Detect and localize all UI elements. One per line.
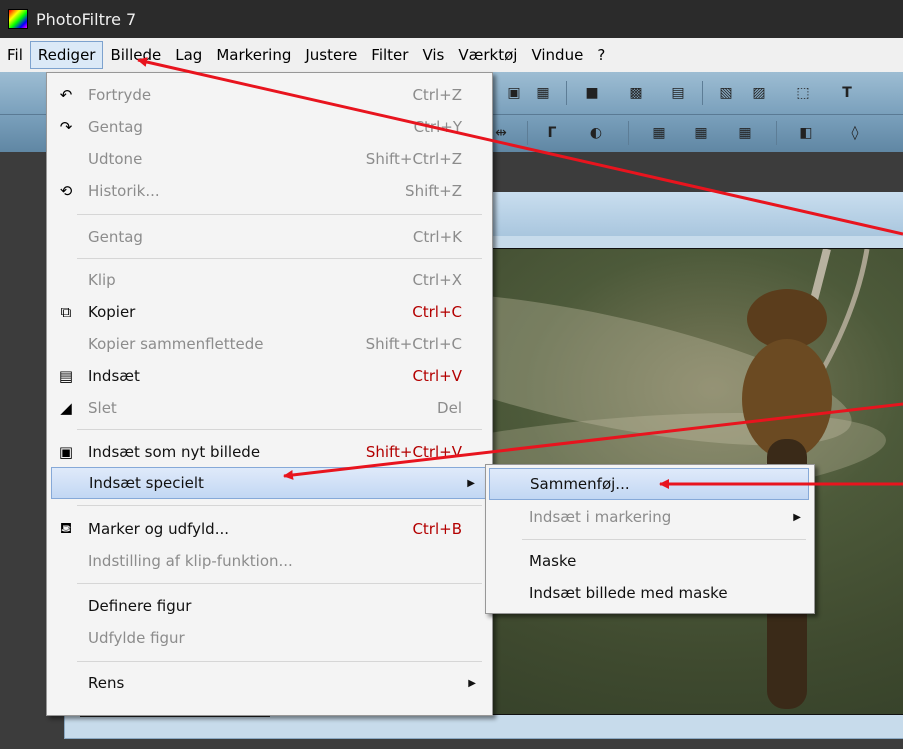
submenu-item-paste-into-selection[interactable]: Indsæt i markering ▶ [489,501,809,533]
mask-icon[interactable]: ▨ [750,84,768,102]
channel-icon[interactable]: ◧ [797,124,815,142]
menu-billede[interactable]: Billede [103,42,168,68]
text-tool-icon[interactable]: T [838,84,856,102]
submenu-arrow-icon: ▶ [793,511,801,523]
menu-separator [522,539,806,540]
edit-menu-dropdown: ↶ Fortryde Ctrl+Z ↷ Gentag Ctrl+Y Udtone… [46,72,493,716]
submenu-arrow-icon: ▶ [467,477,475,489]
fill-bucket-icon: ⛾ [59,519,73,537]
menu-item-paste-as-new-image[interactable]: ▣ Indsæt som nyt billede Shift+Ctrl+V [51,436,488,468]
submenu-item-mask[interactable]: Maske [489,545,809,577]
drop-icon[interactable]: ◊ [846,124,864,142]
submenu-arrow-icon: ▶ [468,677,476,689]
menu-markering[interactable]: Markering [209,42,298,68]
menu-item-clip-settings[interactable]: Indstilling af klip-funktion... [51,545,488,577]
menu-item-cut[interactable]: Klip Ctrl+X [51,264,488,296]
menu-item-redo[interactable]: ↷ Gentag Ctrl+Y [51,111,488,143]
menu-separator [77,429,482,430]
menu-vaerktoej[interactable]: Værktøj [451,42,524,68]
photofiltre-app-icon [8,9,28,29]
toolbar-separator [702,81,703,105]
window-title: PhotoFiltre 7 [36,9,137,29]
menu-item-copy[interactable]: ⧉ Kopier Ctrl+C [51,296,488,328]
paste-icon: ▤ [58,367,74,385]
menu-item-fade[interactable]: Udtone Shift+Ctrl+Z [51,143,488,175]
grid-dark-icon[interactable]: ▦ [650,124,668,142]
gradient-icon[interactable]: ■ [583,84,601,102]
menu-justere[interactable]: Justere [298,42,364,68]
undo-icon: ↶ [59,86,73,104]
toolbar-separator [527,121,528,145]
menu-lag[interactable]: Lag [168,42,209,68]
color-palette-icon[interactable]: ▩ [627,84,645,102]
menu-item-mark-and-fill[interactable]: ⛾ Marker og udfyld... Ctrl+B [51,513,488,545]
menu-fil[interactable]: Fil [0,42,30,68]
eraser-icon: ◢ [60,399,72,417]
menu-separator [77,214,482,215]
menu-help[interactable]: ? [590,42,612,68]
menu-filter[interactable]: Filter [364,42,415,68]
toolbar-separator [776,121,777,145]
paste-new-image-icon: ▣ [58,443,74,461]
menu-separator [77,505,482,506]
menu-separator [77,583,482,584]
gamma-auto-icon[interactable]: Γ [543,124,561,142]
selection-icon[interactable]: ⬚ [794,84,812,102]
submenu-item-paste-image-with-mask[interactable]: Indsæt billede med maske [489,577,809,609]
menu-item-repeat[interactable]: Gentag Ctrl+K [51,221,488,253]
transform-icon[interactable]: ▧ [717,84,735,102]
filter-icon[interactable]: ▤ [669,84,687,102]
contrast-auto-icon[interactable]: ◐ [587,124,605,142]
menu-item-define-shape[interactable]: Definere figur [51,590,488,622]
menu-item-purge[interactable]: Rens ▶ [51,667,488,699]
menu-item-fill-shape[interactable]: Udfylde figur [51,622,488,654]
menu-item-delete[interactable]: ◢ Slet Del [51,392,488,424]
grid-red-icon[interactable]: ▦ [692,124,710,142]
menu-item-history[interactable]: ⟲ Historik... Shift+Z [51,175,488,207]
grid-yellow-icon[interactable]: ▦ [736,124,754,142]
menu-item-copy-merged[interactable]: Kopier sammenflettede Shift+Ctrl+C [51,328,488,360]
paste-special-submenu: Sammenføj... Indsæt i markering ▶ Maske … [485,464,815,614]
menu-separator [77,258,482,259]
history-icon: ⟲ [59,182,73,200]
title-bar: PhotoFiltre 7 [0,0,903,38]
menu-item-undo[interactable]: ↶ Fortryde Ctrl+Z [51,79,488,111]
redo-icon: ↷ [59,118,73,136]
menu-separator [77,661,482,662]
menu-item-paste-special[interactable]: Indsæt specielt ▶ [51,467,488,499]
toolbar-separator [628,121,629,145]
menu-vindue[interactable]: Vindue [524,42,590,68]
menu-item-paste[interactable]: ▤ Indsæt Ctrl+V [51,360,488,392]
image-layer-icon[interactable]: ▦ [534,84,552,102]
menu-vis[interactable]: Vis [415,42,451,68]
brightness-icon[interactable]: ⇹ [492,124,510,142]
menu-rediger[interactable]: Rediger [29,41,104,69]
image-icon[interactable]: ▣ [505,84,523,102]
submenu-item-merge[interactable]: Sammenføj... [489,468,809,500]
menu-bar: Fil Rediger Billede Lag Markering Juster… [0,38,903,72]
toolbar-separator [566,81,567,105]
copy-icon: ⧉ [60,303,72,321]
